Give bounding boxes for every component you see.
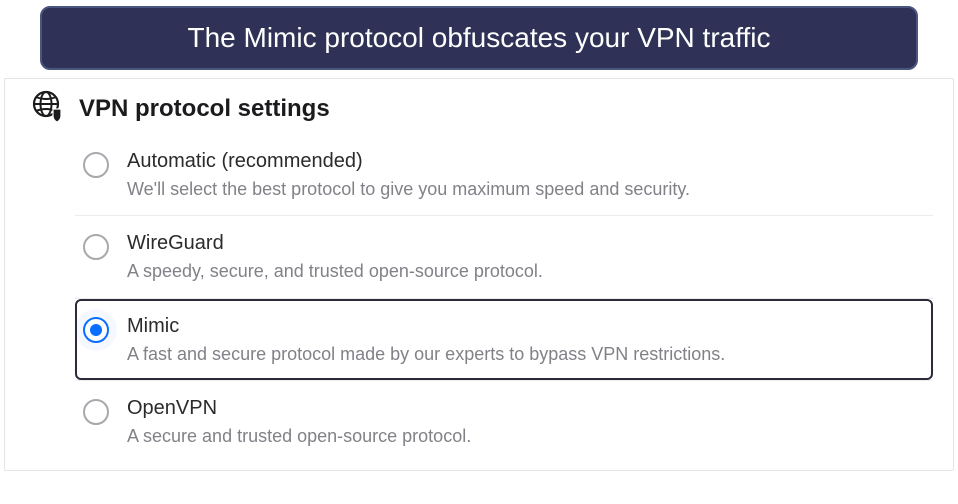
option-desc: We'll select the best protocol to give y… (127, 177, 921, 201)
option-desc: A fast and secure protocol made by our e… (127, 342, 921, 366)
globe-shield-icon (31, 89, 65, 128)
option-desc: A speedy, secure, and trusted open-sourc… (127, 259, 921, 283)
option-label: OpenVPN (127, 397, 921, 420)
protocol-option-automatic[interactable]: Automatic (recommended) We'll select the… (75, 134, 933, 215)
option-text: Mimic A fast and secure protocol made by… (127, 315, 921, 366)
option-text: WireGuard A speedy, secure, and trusted … (127, 232, 921, 283)
info-banner-text: The Mimic protocol obfuscates your VPN t… (187, 22, 770, 53)
protocol-option-mimic[interactable]: Mimic A fast and secure protocol made by… (75, 299, 933, 380)
option-label: WireGuard (127, 232, 921, 255)
radio-icon (83, 399, 109, 425)
radio-icon (83, 234, 109, 260)
protocol-option-wireguard[interactable]: WireGuard A speedy, secure, and trusted … (75, 216, 933, 297)
option-desc: A secure and trusted open-source protoco… (127, 424, 921, 448)
radio-icon (83, 152, 109, 178)
info-banner: The Mimic protocol obfuscates your VPN t… (40, 6, 918, 70)
option-label: Mimic (127, 315, 921, 338)
option-text: OpenVPN A secure and trusted open-source… (127, 397, 921, 448)
protocol-option-openvpn[interactable]: OpenVPN A secure and trusted open-source… (75, 381, 933, 462)
settings-title: VPN protocol settings (79, 95, 330, 123)
option-label: Automatic (recommended) (127, 150, 921, 173)
vpn-protocol-settings-panel: VPN protocol settings Automatic (recomme… (4, 78, 954, 471)
option-text: Automatic (recommended) We'll select the… (127, 150, 921, 201)
radio-icon (83, 317, 109, 343)
settings-header: VPN protocol settings (5, 89, 953, 134)
protocol-options-list: Automatic (recommended) We'll select the… (5, 134, 953, 462)
